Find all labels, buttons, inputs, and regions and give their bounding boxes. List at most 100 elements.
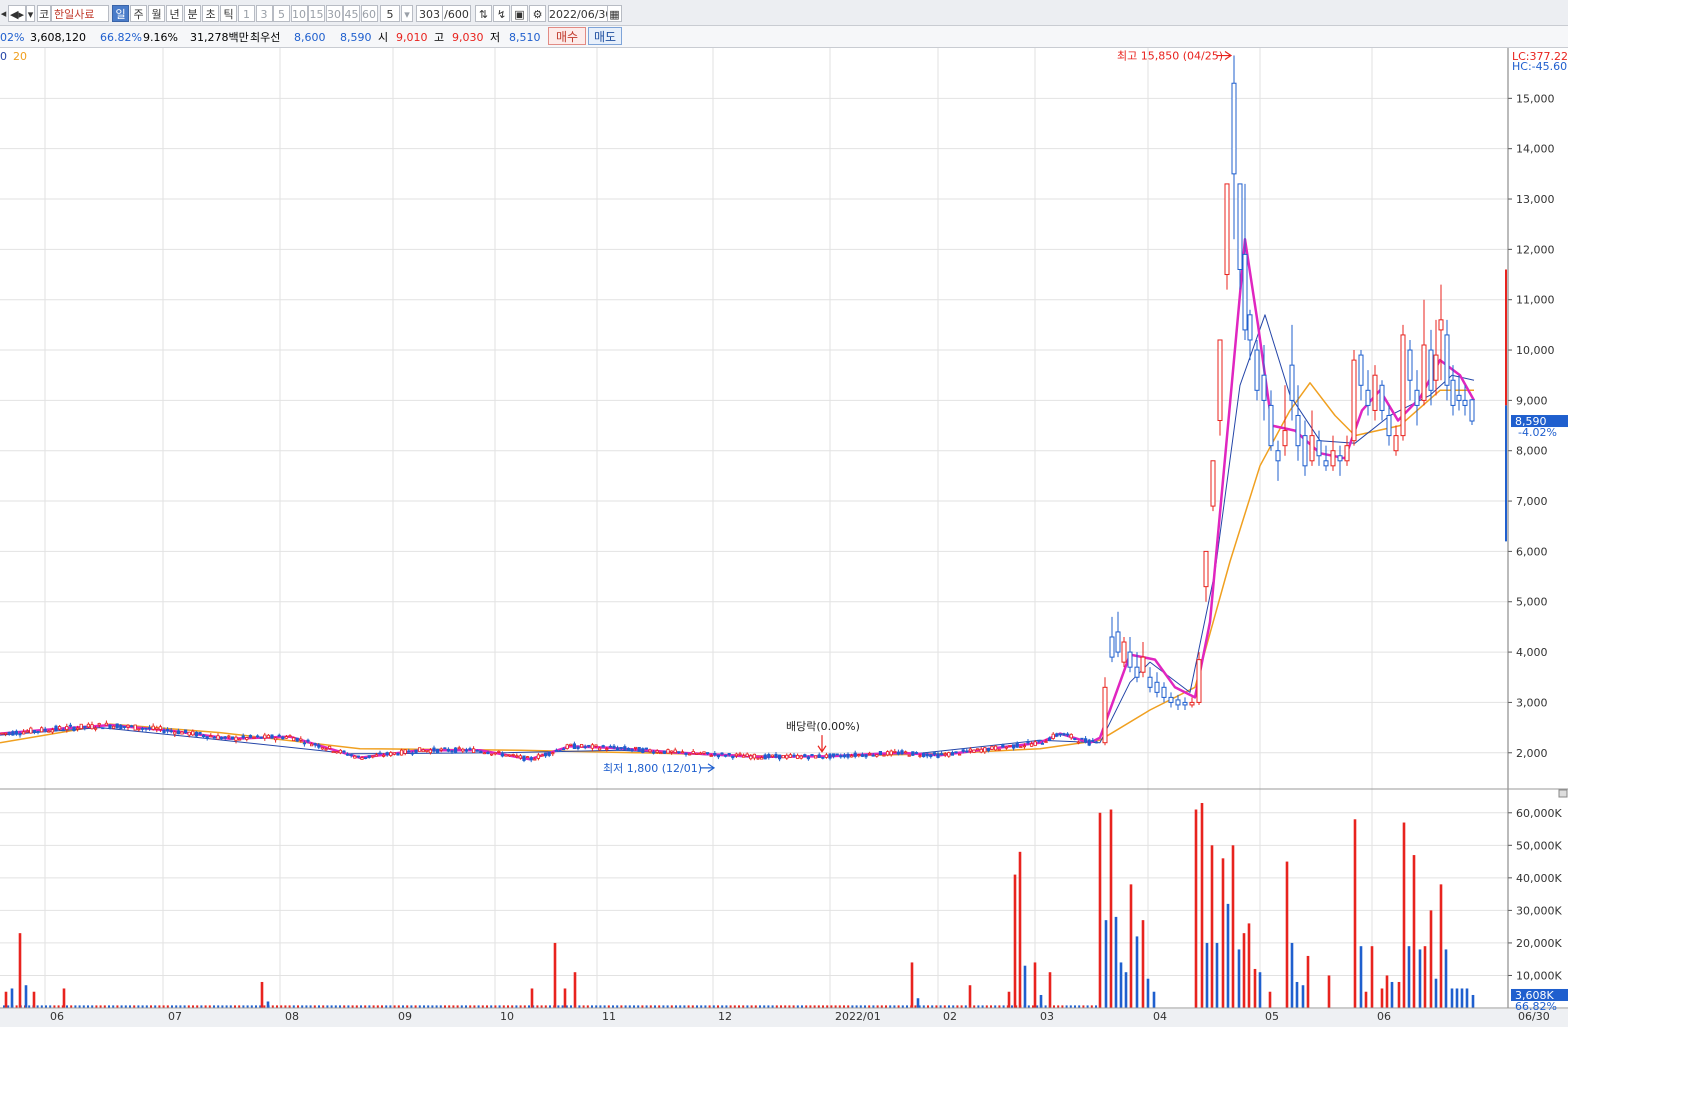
- count-input[interactable]: 303: [416, 5, 443, 22]
- candle-body: [169, 730, 173, 733]
- interval-button-60[interactable]: 60: [360, 5, 378, 22]
- candle-body: [763, 754, 767, 760]
- candle-body: [900, 750, 904, 755]
- candle-body: [709, 755, 713, 757]
- dropdown-icon[interactable]: ▾: [26, 5, 35, 22]
- interval-value-input[interactable]: 5: [380, 5, 400, 22]
- candle-body: [976, 748, 980, 751]
- candle-body: [518, 755, 523, 759]
- interval-button-5[interactable]: 5: [273, 5, 290, 22]
- high-label: 고: [434, 31, 445, 44]
- candle-body: [882, 754, 886, 757]
- candle-body: [43, 728, 47, 731]
- candle-body: [1066, 733, 1070, 736]
- volume-tick-label: 20,000K: [1516, 937, 1562, 950]
- ma5-line: [0, 238, 1476, 761]
- candle-body: [317, 744, 321, 748]
- volume-bar: [1023, 965, 1027, 1008]
- candle-body: [1217, 339, 1223, 422]
- candle-body: [828, 753, 832, 759]
- gear-icon[interactable]: ⚙: [529, 5, 546, 22]
- candle-body: [673, 749, 677, 753]
- speaker-icon[interactable]: ◀▸: [8, 5, 26, 22]
- candle-body: [47, 730, 51, 733]
- candle-body: [1175, 699, 1181, 706]
- interval-button-30[interactable]: 30: [325, 5, 343, 22]
- candle-body: [1058, 733, 1062, 736]
- stock-name-input[interactable]: 한일사료: [51, 5, 109, 22]
- candle-body: [277, 734, 281, 737]
- price-tick-label: 3,000: [1516, 696, 1548, 709]
- candle-body: [288, 735, 292, 738]
- best-bid: 8,590: [340, 31, 372, 44]
- calendar-icon[interactable]: ▦: [607, 5, 622, 22]
- candle-type-icon[interactable]: ⇅: [475, 5, 492, 22]
- volume-bar: [1306, 955, 1310, 1008]
- volume-bar: [1353, 819, 1357, 1008]
- period-tab-틱[interactable]: 틱: [220, 5, 237, 22]
- candle-body: [911, 751, 915, 756]
- market-label[interactable]: 코: [37, 5, 51, 22]
- candle-body: [824, 754, 829, 758]
- candle-body: [230, 736, 234, 740]
- dividend-arrow: [817, 735, 827, 753]
- volume-bar: [1397, 981, 1401, 1008]
- candle-body: [173, 731, 177, 735]
- sell-button[interactable]: 매도: [588, 27, 622, 45]
- candle-body: [533, 758, 537, 761]
- period-tab-월[interactable]: 월: [148, 5, 165, 22]
- interval-dropdown-icon[interactable]: ▾: [401, 5, 413, 22]
- interval-button-45[interactable]: 45: [343, 5, 360, 22]
- candle-body: [1456, 394, 1462, 401]
- period-tab-초[interactable]: 초: [202, 5, 219, 22]
- current-volume-ratio: 66.82%: [1515, 1000, 1557, 1013]
- interval-button-10[interactable]: 10: [290, 5, 308, 22]
- candle-body: [137, 728, 141, 731]
- candle-body: [212, 736, 216, 739]
- candle-body: [1030, 743, 1034, 747]
- candle-body: [590, 744, 595, 749]
- candle-body: [594, 744, 598, 747]
- candlesticks: [0, 55, 1475, 763]
- candle-body: [839, 755, 843, 758]
- candle-body: [378, 752, 382, 755]
- x-tick-label: 04: [1153, 1010, 1167, 1023]
- volume-bar: [1450, 988, 1454, 1008]
- search-icon[interactable]: ◂: [0, 5, 7, 22]
- candle-body: [551, 752, 555, 755]
- period-tab-일[interactable]: 일: [112, 5, 129, 22]
- period-tab-년[interactable]: 년: [166, 5, 183, 22]
- candle-body: [1224, 183, 1230, 276]
- candle-body: [40, 727, 44, 733]
- candle-body: [180, 731, 184, 735]
- candle-body: [1037, 739, 1041, 742]
- candle-body: [133, 724, 137, 731]
- candle-body: [706, 752, 710, 755]
- buy-button[interactable]: 매수: [548, 27, 586, 45]
- candle-body: [742, 755, 746, 758]
- interval-button-1[interactable]: 1: [238, 5, 255, 22]
- candle-body: [489, 753, 494, 756]
- interval-button-3[interactable]: 3: [255, 5, 273, 22]
- candle-body: [504, 754, 508, 757]
- candle-body: [464, 749, 469, 752]
- save-icon[interactable]: ▣: [511, 5, 528, 22]
- candle-body: [724, 754, 728, 757]
- candle-body: [1210, 460, 1216, 507]
- volume-bar: [573, 972, 577, 1008]
- candle-body: [475, 750, 479, 752]
- line-type-icon[interactable]: ↯: [493, 5, 510, 22]
- stock-chart[interactable]: 06 07 08 09 10 11 12 2022/01 02 03 04 05 06 06/302,00…: [0, 48, 1568, 1027]
- candle-body: [1154, 681, 1160, 693]
- candle-body: [511, 754, 515, 756]
- period-tab-분[interactable]: 분: [184, 5, 201, 22]
- volume-bar: [1033, 962, 1037, 1008]
- volume-bar: [1013, 874, 1017, 1008]
- interval-button-15[interactable]: 15: [308, 5, 325, 22]
- candle-body: [623, 746, 627, 750]
- volume-bar: [1370, 946, 1374, 1008]
- date-input[interactable]: 2022/06/30: [548, 5, 612, 22]
- candle-body: [11, 731, 15, 736]
- period-tab-주[interactable]: 주: [130, 5, 147, 22]
- candle-body: [1161, 686, 1167, 698]
